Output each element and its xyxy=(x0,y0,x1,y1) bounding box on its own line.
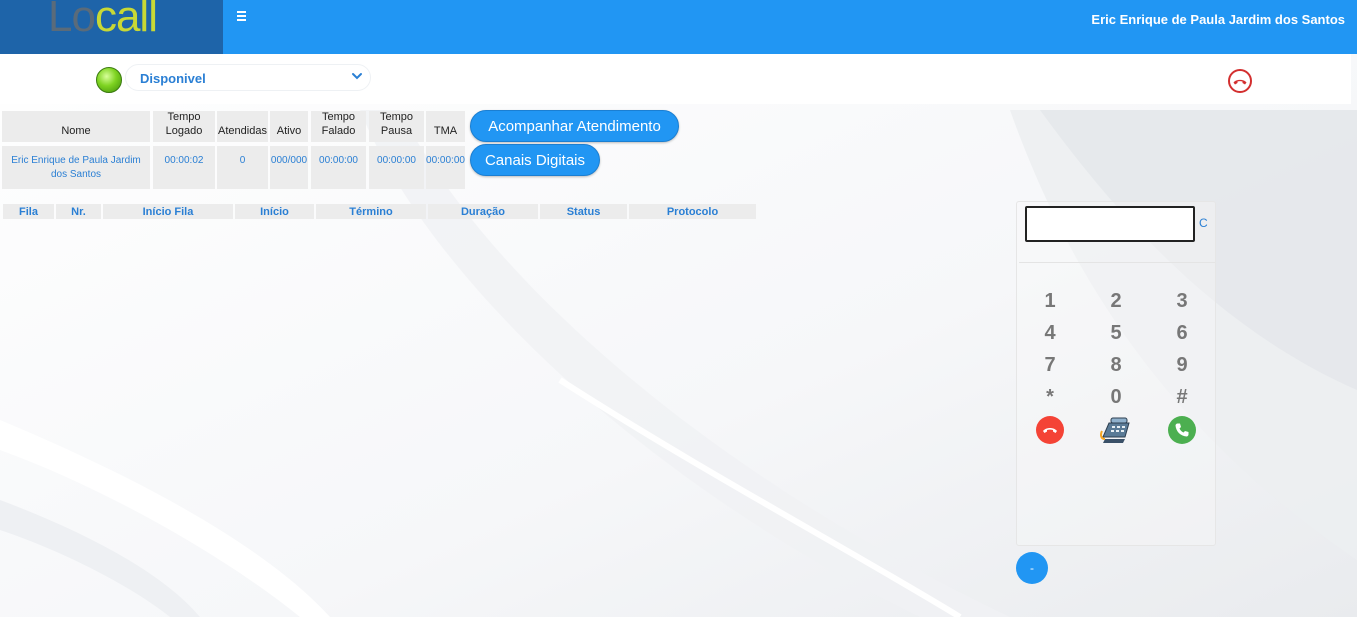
key-1[interactable]: 1 xyxy=(1030,287,1070,315)
acompanhar-atendimento-button[interactable]: Acompanhar Atendimento xyxy=(470,110,679,142)
cell-tempo-pausa: 00:00:00 xyxy=(369,146,424,189)
logo: Locall xyxy=(0,0,223,54)
phone-icon xyxy=(1175,423,1189,437)
dial-clear-button[interactable]: C xyxy=(1199,216,1208,230)
dial-hangup-button[interactable] xyxy=(1036,416,1064,444)
key-hash[interactable]: # xyxy=(1162,383,1202,411)
col-header-atendidas: Atendidas xyxy=(217,111,268,142)
col-header-tma: TMA xyxy=(426,111,465,142)
telephone-icon[interactable] xyxy=(1099,415,1133,445)
key-8[interactable]: 8 xyxy=(1096,351,1136,379)
status-selected-value: Disponivel xyxy=(140,71,206,86)
dialer-panel: C 1 2 3 4 5 6 7 8 9 * 0 # xyxy=(1016,201,1216,546)
cell-tempo-falado: 00:00:00 xyxy=(311,146,366,189)
col-header-inicio-fila: Início Fila xyxy=(103,204,233,219)
col-header-termino: Término xyxy=(316,204,426,219)
col-header-nome: Nome xyxy=(2,111,150,142)
logo-text-part1: Lo xyxy=(48,0,96,41)
key-3[interactable]: 3 xyxy=(1162,287,1202,315)
hamburger-icon[interactable] xyxy=(237,9,251,23)
col-header-protocolo: Protocolo xyxy=(629,204,756,219)
cell-nome: Eric Enrique de Paula Jardim dos Santos xyxy=(2,146,150,189)
dial-call-button[interactable] xyxy=(1168,416,1196,444)
status-indicator-icon xyxy=(96,67,122,93)
chevron-down-icon xyxy=(352,73,362,80)
hangup-icon xyxy=(1043,428,1057,433)
col-header-fila: Fila xyxy=(3,204,54,219)
hangup-icon[interactable] xyxy=(1227,68,1253,94)
dial-number-input[interactable] xyxy=(1025,206,1195,242)
cell-ativo: 000/000 xyxy=(270,146,308,189)
col-header-inicio: Início xyxy=(235,204,314,219)
col-header-tempo-pausa: Tempo Pausa xyxy=(369,111,424,142)
top-header: Locall Eric Enrique de Paula Jardim dos … xyxy=(0,0,1357,54)
col-header-duracao: Duração xyxy=(428,204,538,219)
key-6[interactable]: 6 xyxy=(1162,319,1202,347)
col-header-status: Status xyxy=(540,204,627,219)
logo-text-part2: call xyxy=(94,0,158,41)
key-star[interactable]: * xyxy=(1030,383,1070,411)
dialer-divider xyxy=(1019,262,1215,263)
cell-atendidas: 0 xyxy=(217,146,268,189)
key-4[interactable]: 4 xyxy=(1030,319,1070,347)
status-bar: Disponivel xyxy=(0,54,1351,104)
dialer-minimize-button[interactable]: - xyxy=(1016,552,1048,584)
cell-tma: 00:00:00 xyxy=(426,146,465,189)
key-2[interactable]: 2 xyxy=(1096,287,1136,315)
col-header-ativo: Ativo xyxy=(270,111,308,142)
canais-digitais-button[interactable]: Canais Digitais xyxy=(470,144,600,176)
key-0[interactable]: 0 xyxy=(1096,383,1136,411)
key-5[interactable]: 5 xyxy=(1096,319,1136,347)
key-7[interactable]: 7 xyxy=(1030,351,1070,379)
status-select[interactable]: Disponivel xyxy=(125,64,371,91)
col-header-tempo-falado: Tempo Falado xyxy=(311,111,366,142)
col-header-nr: Nr. xyxy=(56,204,101,219)
user-name: Eric Enrique de Paula Jardim dos Santos xyxy=(1091,12,1345,27)
col-header-tempo-logado: Tempo Logado xyxy=(153,111,215,142)
key-9[interactable]: 9 xyxy=(1162,351,1202,379)
cell-tempo-logado: 00:00:02 xyxy=(153,146,215,189)
